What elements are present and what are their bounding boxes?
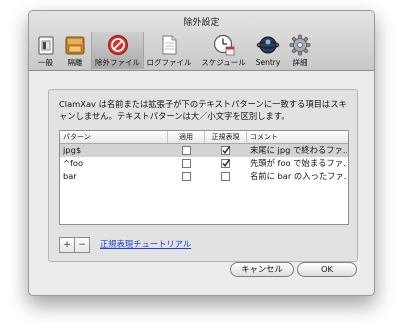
description-text: ClamXav は名前または拡張子が下のテキストパターンに一致する項目はスキャン… xyxy=(59,99,347,121)
comment-cell[interactable]: 名前に bar の入ったファ… xyxy=(250,170,347,183)
quarantine-box-icon xyxy=(65,36,85,55)
pattern-cell[interactable]: jpg$ xyxy=(63,144,163,157)
sentry-icon xyxy=(256,36,280,54)
toolbar-label-sentry: Sentry xyxy=(255,58,281,67)
apply-checkbox[interactable] xyxy=(182,159,191,168)
preferences-window: 除外設定 一般 隔離 除外ファイル ログファイル スケジュール Sentry 詳… xyxy=(28,10,375,296)
table-row[interactable]: ^foo 先頭が foo で始まるファ… xyxy=(60,157,348,170)
toolbar-item-log[interactable]: ログファイル xyxy=(144,32,194,69)
add-pattern-button[interactable]: + xyxy=(59,237,75,253)
page: 除外設定 一般 隔離 除外ファイル ログファイル スケジュール Sentry 詳… xyxy=(0,0,400,332)
remove-pattern-button[interactable]: − xyxy=(74,237,90,253)
ok-button[interactable]: OK xyxy=(297,262,357,277)
toolbar-item-schedule[interactable]: スケジュール xyxy=(196,32,251,69)
apply-checkbox[interactable] xyxy=(182,172,191,181)
toolbar-item-quarantine[interactable]: 隔離 xyxy=(61,32,89,69)
regex-checkbox-checked[interactable] xyxy=(221,146,230,155)
pattern-cell[interactable]: ^foo xyxy=(63,157,163,170)
toolbar-item-exclusions[interactable]: 除外ファイル xyxy=(91,32,144,69)
toolbar-label-quarantine: 隔離 xyxy=(67,58,83,67)
apply-checkbox[interactable] xyxy=(182,146,191,155)
toolbar-label-advanced: 詳細 xyxy=(292,58,308,67)
column-header-pattern[interactable]: パターン xyxy=(60,131,168,143)
title-toolbar-area: 除外設定 一般 隔離 除外ファイル ログファイル スケジュール Sentry 詳… xyxy=(29,11,374,71)
comment-cell[interactable]: 末尾に jpg で終わるファ… xyxy=(250,144,347,157)
clock-calendar-icon xyxy=(213,34,234,56)
no-entry-icon xyxy=(107,35,128,55)
column-header-apply[interactable]: 適用 xyxy=(168,131,205,143)
table-row[interactable]: bar 名前に bar の入ったファ… xyxy=(60,170,348,183)
toolbar-label-schedule: スケジュール xyxy=(201,58,246,67)
toolbar: 一般 隔離 除外ファイル ログファイル スケジュール Sentry 詳細 xyxy=(33,32,370,70)
regex-tutorial-link[interactable]: 正規表現チュートリアル xyxy=(100,238,191,250)
toolbar-item-sentry[interactable]: Sentry xyxy=(253,32,283,69)
table-row[interactable]: jpg$ 末尾に jpg で終わるファ… xyxy=(60,144,348,157)
table-header: パターン 適用 正規表現 コメント xyxy=(60,131,348,144)
gear-icon xyxy=(289,34,311,56)
toolbar-label-exclusions: 除外ファイル xyxy=(95,58,140,67)
log-document-icon xyxy=(162,35,177,55)
toolbar-label-log: ログファイル xyxy=(146,58,192,67)
exclusions-panel: ClamXav は名前または拡張子が下のテキストパターンに一致する項目はスキャン… xyxy=(48,89,358,262)
pattern-cell[interactable]: bar xyxy=(63,170,163,183)
regex-checkbox[interactable] xyxy=(221,172,230,181)
exclusions-table[interactable]: パターン 適用 正規表現 コメント jpg$ 末尾に jpg で終わるファ… ^… xyxy=(59,130,349,225)
toolbar-label-general: 一般 xyxy=(38,58,53,67)
toolbar-item-general[interactable]: 一般 xyxy=(33,32,58,69)
column-header-comment[interactable]: コメント xyxy=(247,131,348,143)
comment-cell[interactable]: 先頭が foo で始まるファ… xyxy=(250,157,347,170)
window-title: 除外設定 xyxy=(183,18,220,28)
toolbar-item-advanced[interactable]: 詳細 xyxy=(286,32,314,69)
regex-checkbox-checked[interactable] xyxy=(221,159,230,168)
cancel-button[interactable]: キャンセル xyxy=(230,262,294,277)
column-header-regex[interactable]: 正規表現 xyxy=(205,131,247,143)
general-switch-icon xyxy=(38,36,53,55)
